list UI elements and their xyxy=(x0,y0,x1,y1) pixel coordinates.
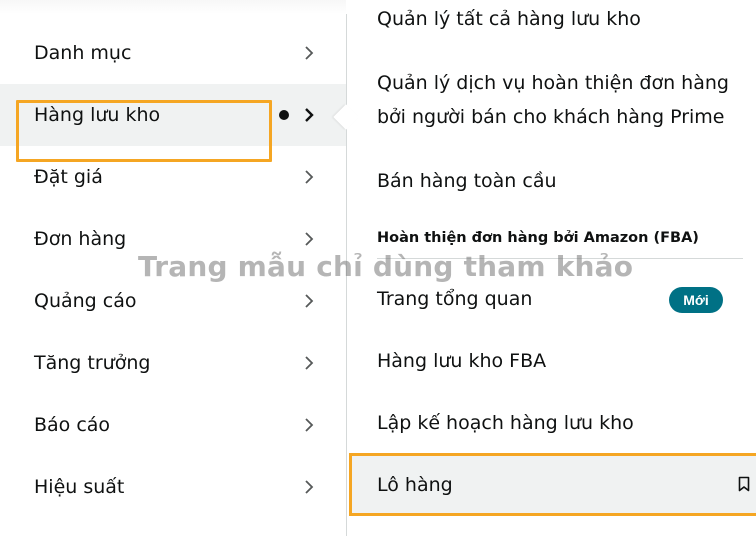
menu-screenshot: Danh mục Hàng lưu kho Đặt giá Đơn hàng Q… xyxy=(0,0,756,536)
submenu-item-global-selling[interactable]: Bán hàng toàn cầu xyxy=(377,170,557,192)
submenu-panel: Quản lý tất cả hàng lưu kho Quản lý dịch… xyxy=(347,0,756,536)
highlight-box-inventory xyxy=(16,100,272,162)
chevron-right-icon xyxy=(305,294,314,308)
new-badge: Mới xyxy=(669,287,723,313)
chevron-right-icon xyxy=(305,356,314,370)
submenu-item-fulfillment-line2[interactable]: bởi người bán cho khách hàng Prime xyxy=(377,106,724,128)
chevron-right-icon xyxy=(305,170,314,184)
left-menu-item-label: Đặt giá xyxy=(34,166,103,188)
chevron-right-icon xyxy=(305,480,314,494)
left-menu-item-don-hang[interactable]: Đơn hàng xyxy=(0,208,346,270)
left-menu-item-quang-cao[interactable]: Quảng cáo xyxy=(0,270,346,332)
chevron-right-icon xyxy=(305,418,314,432)
top-shadow xyxy=(0,0,346,14)
section-divider xyxy=(377,258,743,259)
submenu-item-manage-all-inventory[interactable]: Quản lý tất cả hàng lưu kho xyxy=(377,8,641,30)
chevron-right-icon xyxy=(305,232,314,246)
left-menu-item-label: Hiệu suất xyxy=(34,476,125,498)
active-dot-icon xyxy=(279,110,289,120)
left-menu-item-tang-truong[interactable]: Tăng trưởng xyxy=(0,332,346,394)
left-menu: Danh mục Hàng lưu kho Đặt giá Đơn hàng Q… xyxy=(0,14,346,536)
submenu-item-fulfillment-line1[interactable]: Quản lý dịch vụ hoàn thiện đơn hàng xyxy=(377,72,729,94)
highlight-box-shipments xyxy=(349,453,756,516)
left-menu-item-label: Đơn hàng xyxy=(34,228,127,250)
left-menu-item-label: Danh mục xyxy=(34,42,132,64)
left-menu-item-hieu-suat[interactable]: Hiệu suất xyxy=(0,456,346,518)
left-menu-item-bao-cao[interactable]: Báo cáo xyxy=(0,394,346,456)
left-menu-item-label: Quảng cáo xyxy=(34,290,137,312)
left-menu-item-label: Tăng trưởng xyxy=(34,352,151,374)
chevron-right-icon xyxy=(305,46,314,60)
submenu-item-overview[interactable]: Trang tổng quan xyxy=(377,288,532,310)
submenu-item-inventory-planning[interactable]: Lập kế hoạch hàng lưu kho xyxy=(377,412,634,434)
submenu-item-fba-inventory[interactable]: Hàng lưu kho FBA xyxy=(377,350,546,372)
left-menu-item-label: Báo cáo xyxy=(34,414,111,436)
left-menu-item-danh-muc[interactable]: Danh mục xyxy=(0,22,346,84)
chevron-right-icon xyxy=(305,108,314,122)
section-heading-fba: Hoàn thiện đơn hàng bởi Amazon (FBA) xyxy=(377,230,699,246)
panel-divider xyxy=(346,14,347,536)
